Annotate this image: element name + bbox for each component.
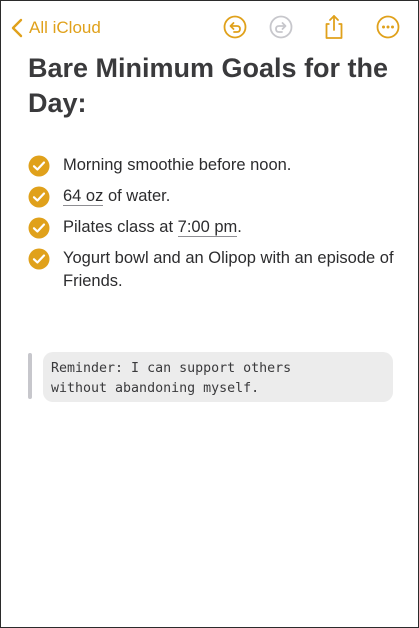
monostyled-code-block[interactable]: Reminder: I can support others without ab… [43,352,393,402]
checkmark-circle-icon[interactable] [28,155,50,177]
checklist-item: Pilates class at 7:00 pm. [28,216,398,239]
redo-icon[interactable] [268,14,294,40]
checklist-item: Morning smoothie before noon. [28,154,398,177]
checklist-item: Yogurt bowl and an Olipop with an episod… [28,247,398,293]
checkmark-circle-icon[interactable] [28,248,50,270]
checkmark-circle-icon[interactable] [28,186,50,208]
checklist-item-text[interactable]: 64 oz of water. [63,185,170,208]
top-toolbar: All iCloud [1,1,419,55]
back-button-label: All iCloud [29,18,101,37]
checklist-item-text[interactable]: Yogurt bowl and an Olipop with an episod… [63,247,398,293]
more-icon[interactable] [375,14,401,40]
checklist-item-text-suffix: . [237,218,242,236]
checklist-item-text[interactable]: Pilates class at 7:00 pm. [63,216,242,239]
checklist: Morning smoothie before noon. 64 oz of w… [28,154,398,301]
chevron-left-icon [11,18,23,38]
code-line: without abandoning myself. [51,380,260,396]
checklist-item-text-suffix: of water. [103,187,171,205]
note-title[interactable]: Bare Minimum Goals for the Day: [28,51,398,121]
back-button[interactable]: All iCloud [11,14,101,42]
checkmark-circle-icon[interactable] [28,217,50,239]
detected-time-link[interactable]: 7:00 pm [177,218,238,237]
notes-app-window: All iCloud Bare Minimum Goals for the Da… [0,0,419,628]
checklist-item-text-prefix: Pilates class at [63,218,178,236]
block-quote-bar [28,353,32,399]
detected-measurement-link[interactable]: 64 oz [63,187,104,206]
checklist-item-text[interactable]: Morning smoothie before noon. [63,154,291,177]
undo-icon[interactable] [222,14,248,40]
code-line: Reminder: I can support others [51,361,292,376]
checklist-item: 64 oz of water. [28,185,398,208]
share-icon[interactable] [321,14,347,40]
